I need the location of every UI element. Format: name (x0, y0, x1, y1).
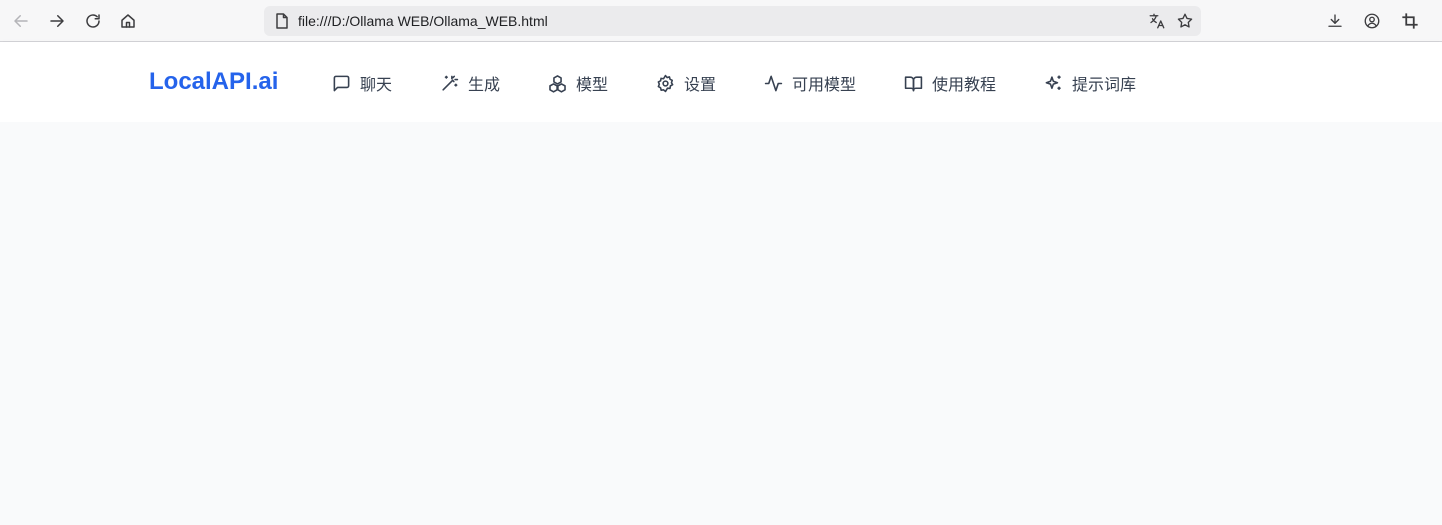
address-bar[interactable]: file:///D:/Ollama WEB/Ollama_WEB.html (264, 6, 1201, 36)
wand-icon (442, 75, 459, 91)
sparkles-icon (1045, 75, 1061, 90)
translate-icon[interactable] (1146, 11, 1168, 31)
nav-chat[interactable]: 聊天 (332, 72, 392, 94)
forward-button[interactable] (43, 7, 71, 35)
crop-icon (1402, 13, 1418, 29)
nav-label: 使用教程 (932, 77, 997, 94)
app-header: LocalAPI.ai 聊天 生成 模型 设置 可用模型 使用教程 提示词库 (0, 42, 1442, 122)
main-content (0, 122, 1442, 525)
nav-label: 提示词库 (1072, 77, 1137, 94)
crop-button[interactable] (1396, 7, 1424, 35)
nav-label: 生成 (468, 77, 501, 94)
nav-label: 设置 (684, 77, 717, 94)
settings-icon (657, 74, 674, 92)
reload-icon (86, 14, 100, 28)
book-open-icon (904, 75, 923, 91)
profile-button[interactable] (1358, 7, 1386, 35)
nav-models[interactable]: 模型 (548, 72, 608, 94)
browser-toolbar: file:///D:/Ollama WEB/Ollama_WEB.html (0, 0, 1442, 42)
download-icon (1328, 14, 1342, 27)
nav-prompt-library[interactable]: 提示词库 (1044, 72, 1136, 94)
url-text[interactable]: file:///D:/Ollama WEB/Ollama_WEB.html (298, 13, 548, 29)
activity-icon (764, 75, 783, 91)
nav-available-models[interactable]: 可用模型 (764, 72, 856, 94)
nav-label: 可用模型 (792, 77, 857, 94)
back-button[interactable] (7, 7, 35, 35)
arrow-left-icon (14, 15, 28, 27)
download-button[interactable] (1321, 7, 1349, 35)
arrow-right-icon (50, 15, 64, 27)
nav-generate[interactable]: 生成 (440, 72, 500, 94)
boxes-icon (549, 74, 566, 93)
nav-label: 聊天 (360, 77, 393, 94)
nav-tutorial[interactable]: 使用教程 (904, 72, 996, 94)
message-square-icon (333, 75, 350, 91)
nav-settings[interactable]: 设置 (656, 72, 716, 94)
page-icon (273, 12, 291, 30)
home-icon (121, 14, 135, 28)
home-button[interactable] (114, 7, 142, 35)
profile-icon (1364, 13, 1380, 29)
star-icon[interactable] (1174, 11, 1196, 31)
brand-logo[interactable]: LocalAPI.ai (149, 68, 278, 96)
nav-label: 模型 (576, 77, 609, 94)
reload-button[interactable] (79, 7, 107, 35)
